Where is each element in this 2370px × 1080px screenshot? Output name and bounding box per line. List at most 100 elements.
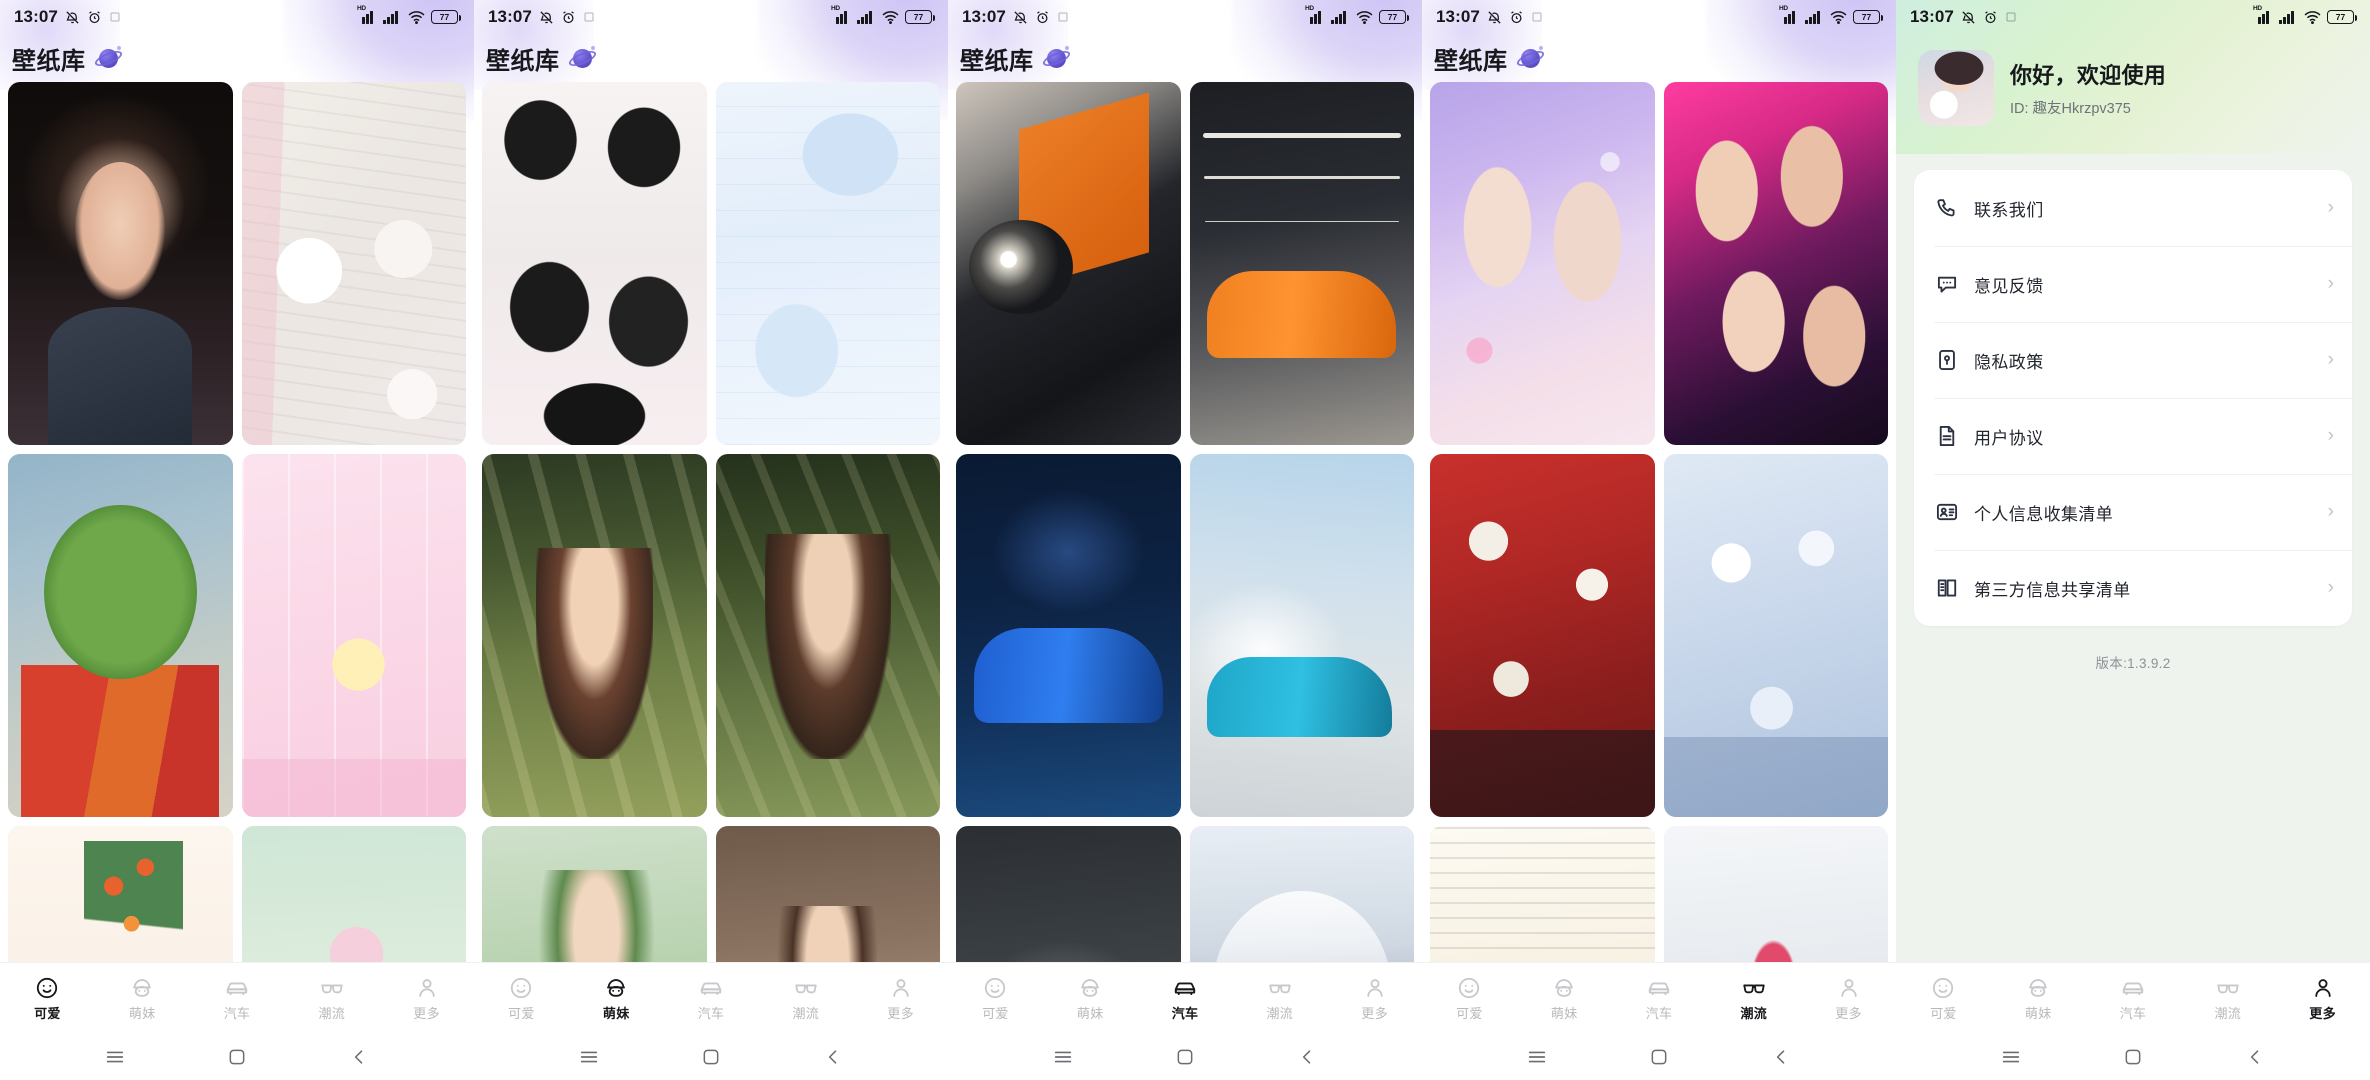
wallpaper-tile[interactable] (956, 826, 1181, 962)
back-button[interactable] (346, 1044, 372, 1070)
wallpaper-tile[interactable] (1430, 826, 1655, 962)
tab-汽车[interactable]: 汽车 (190, 975, 285, 1022)
tab-汽车[interactable]: 汽车 (1138, 975, 1233, 1022)
wallpaper-tile[interactable] (1663, 454, 1888, 817)
wallpaper-tile[interactable] (482, 826, 707, 962)
person-icon (2310, 975, 2336, 999)
tab-萌妹[interactable]: 萌妹 (569, 975, 664, 1022)
signal-icon (1331, 10, 1350, 24)
tab-潮流[interactable]: 潮流 (284, 975, 379, 1022)
wallpaper-tile[interactable] (241, 454, 466, 817)
tab-萌妹[interactable]: 萌妹 (95, 975, 190, 1022)
wallpaper-tile[interactable] (241, 826, 466, 962)
tab-更多[interactable]: 更多 (1801, 975, 1896, 1022)
back-button[interactable] (1768, 1044, 1794, 1070)
tab-萌妹[interactable]: 萌妹 (1517, 975, 1612, 1022)
back-button[interactable] (1294, 1044, 1320, 1070)
tab-萌妹[interactable]: 萌妹 (1043, 975, 1138, 1022)
wifi-icon (1830, 10, 1847, 25)
app-header: 壁纸库 (1422, 34, 1896, 82)
wallpaper-tile[interactable] (8, 82, 233, 445)
alarm-icon (561, 10, 576, 25)
home-button[interactable] (1172, 1044, 1198, 1070)
tab-潮流[interactable]: 潮流 (1706, 975, 1801, 1022)
wifi-icon (1356, 10, 1373, 25)
wallpaper-tile[interactable] (1663, 826, 1888, 962)
wallpaper-tile[interactable] (715, 82, 940, 445)
status-bar-right: HD 77 (2253, 5, 2358, 25)
wallpaper-tile[interactable] (1430, 82, 1655, 445)
profile-row[interactable]: 你好，欢迎使用 ID: 趣友Hkrzpv375 (1896, 34, 2370, 132)
wallpaper-grid[interactable] (0, 82, 474, 962)
wallpaper-tile[interactable] (1189, 826, 1414, 962)
app-header: 壁纸库 (474, 34, 948, 82)
bottom-tab-bar: 可爱 萌妹 汽车 潮流 更多 (474, 962, 948, 1034)
home-button[interactable] (1646, 1044, 1672, 1070)
wallpaper-tile[interactable] (482, 454, 707, 817)
recents-button[interactable] (102, 1044, 128, 1070)
tab-可爱[interactable]: 可爱 (948, 975, 1043, 1022)
tab-更多[interactable]: 更多 (1327, 975, 1422, 1022)
wallpaper-tile[interactable] (241, 82, 466, 445)
wallpaper-grid[interactable] (948, 82, 1422, 962)
tab-label: 更多 (413, 1006, 440, 1021)
tab-可爱[interactable]: 可爱 (1422, 975, 1517, 1022)
wallpaper-tile[interactable] (1430, 454, 1655, 817)
tab-汽车[interactable]: 汽车 (2086, 975, 2181, 1022)
recents-button[interactable] (576, 1044, 602, 1070)
wallpaper-tile[interactable] (956, 82, 1181, 445)
tab-可爱[interactable]: 可爱 (0, 975, 95, 1022)
wallpaper-grid[interactable] (1422, 82, 1896, 962)
settings-row-label: 个人信息收集清单 (1974, 504, 2114, 524)
alarm-icon (1035, 10, 1050, 25)
settings-row-1[interactable]: 意见反馈 › (1914, 246, 2352, 322)
signal-hd-icon: HD (2253, 5, 2273, 24)
car-icon (1172, 975, 1198, 999)
recents-button[interactable] (1998, 1044, 2024, 1070)
person-icon (888, 975, 914, 999)
wallpaper-tile[interactable] (715, 826, 940, 962)
tab-汽车[interactable]: 汽车 (664, 975, 759, 1022)
back-button[interactable] (2242, 1044, 2268, 1070)
tab-萌妹[interactable]: 萌妹 (1991, 975, 2086, 1022)
tab-汽车[interactable]: 汽车 (1612, 975, 1707, 1022)
battery-level: 77 (913, 12, 924, 22)
wallpaper-tile[interactable] (482, 82, 707, 445)
wallpaper-tile[interactable] (956, 454, 1181, 817)
home-button[interactable] (698, 1044, 724, 1070)
recents-button[interactable] (1524, 1044, 1550, 1070)
tab-可爱[interactable]: 可爱 (1896, 975, 1991, 1022)
wallpaper-tile[interactable] (1189, 82, 1414, 445)
smiley-face-icon (1930, 975, 1956, 999)
tab-更多[interactable]: 更多 (379, 975, 474, 1022)
profile-header: 13:07 HD 77 你好，欢迎使用 ID: 趣友Hkrzpv375 (1896, 0, 2370, 154)
back-button[interactable] (820, 1044, 846, 1070)
tab-潮流[interactable]: 潮流 (1232, 975, 1327, 1022)
wallpaper-tile[interactable] (1189, 454, 1414, 817)
wallpaper-tile[interactable] (8, 454, 233, 817)
tab-更多[interactable]: 更多 (853, 975, 948, 1022)
wallpaper-tile[interactable] (1663, 82, 1888, 445)
mute-icon (65, 10, 80, 25)
settings-row-2[interactable]: 隐私政策 › (1914, 322, 2352, 398)
tab-可爱[interactable]: 可爱 (474, 975, 569, 1022)
cyan-car-drift-smoke (1189, 454, 1414, 817)
settings-row-5[interactable]: 第三方信息共享清单 › (1914, 550, 2352, 626)
home-button[interactable] (224, 1044, 250, 1070)
settings-row-3[interactable]: 用户协议 › (1914, 398, 2352, 474)
wallpaper-grid[interactable] (474, 82, 948, 962)
tab-潮流[interactable]: 潮流 (758, 975, 853, 1022)
home-button[interactable] (2120, 1044, 2146, 1070)
recents-button[interactable] (1050, 1044, 1076, 1070)
settings-row-label: 用户协议 (1974, 428, 2044, 448)
settings-row-4[interactable]: 个人信息收集清单 › (1914, 474, 2352, 550)
avatar[interactable] (1918, 50, 1994, 126)
tab-更多[interactable]: 更多 (2275, 975, 2370, 1022)
tab-label: 萌妹 (1076, 1006, 1104, 1021)
tab-潮流[interactable]: 潮流 (2180, 975, 2275, 1022)
android-nav-bar (0, 1034, 474, 1080)
sync-icon (583, 11, 595, 23)
wallpaper-tile[interactable] (8, 826, 233, 962)
settings-row-0[interactable]: 联系我们 › (1914, 170, 2352, 246)
wallpaper-tile[interactable] (715, 454, 940, 817)
